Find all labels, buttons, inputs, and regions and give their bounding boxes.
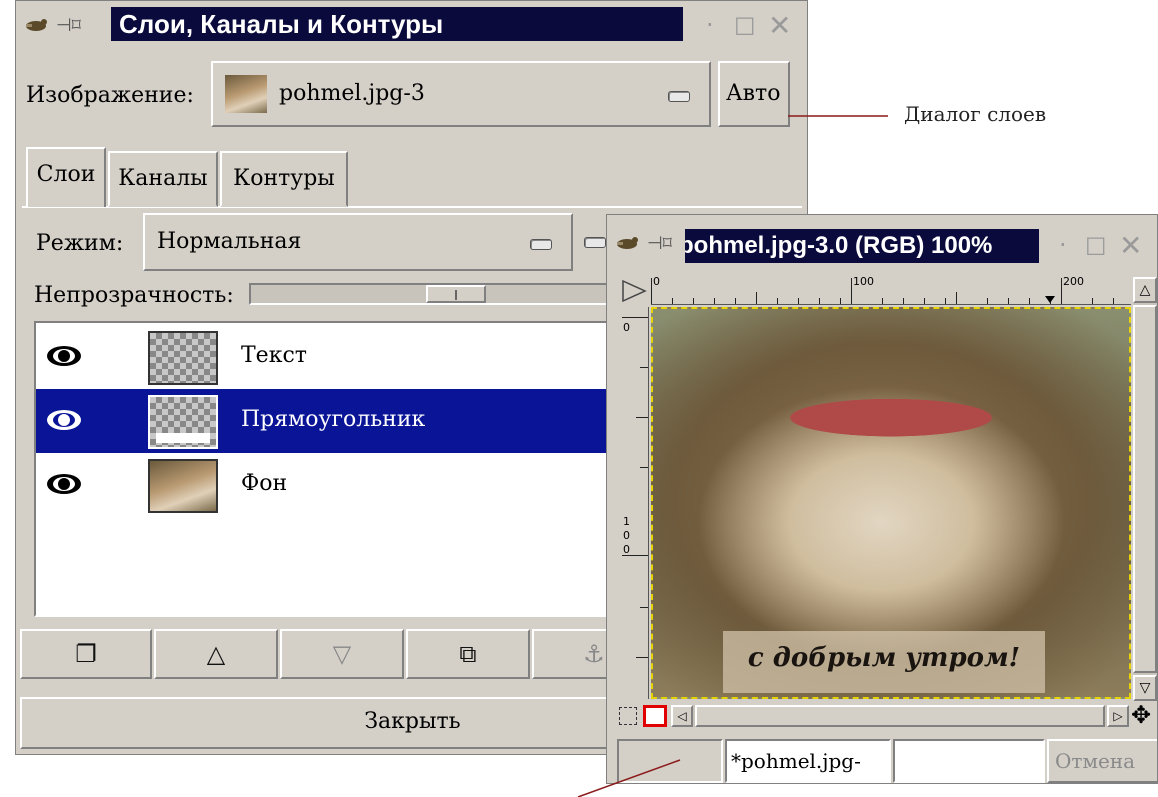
image-select-value: pohmel.jpg-3: [279, 81, 425, 106]
gimp-icon: [617, 237, 638, 249]
vertical-scroll-thumb[interactable]: [1133, 305, 1157, 673]
layer-name: Прямоугольник: [241, 407, 426, 432]
vertical-scrollbar[interactable]: △ ▽: [1133, 277, 1157, 701]
tab-channels[interactable]: Каналы: [108, 151, 218, 207]
tab-layers[interactable]: Слои: [26, 147, 106, 207]
eye-icon[interactable]: [46, 472, 82, 496]
duplicate-layer-icon: ⧉: [459, 640, 477, 668]
tab-layers-label: Слои: [36, 162, 96, 187]
layer-row[interactable]: Прямоугольник: [36, 389, 612, 453]
anchor-layer-icon: ⚓: [583, 640, 605, 668]
ruler-label: 1: [623, 515, 630, 528]
opacity-slider[interactable]: [249, 283, 609, 305]
maximize-icon[interactable]: ☐: [734, 13, 756, 41]
vertical-ruler[interactable]: 0 1 0 0: [619, 307, 649, 699]
eye-icon[interactable]: [46, 408, 82, 432]
tab-channels-label: Каналы: [118, 166, 208, 191]
cancel-button-label: Отмена: [1055, 749, 1136, 773]
caption-box: с добрым утром!: [723, 631, 1045, 693]
image-canvas[interactable]: с добрым утром!: [651, 307, 1131, 699]
new-layer-icon: ❐: [75, 640, 97, 668]
dropdown-icon: [668, 91, 690, 102]
progress-field: [893, 739, 1045, 783]
ruler-label: 0: [623, 321, 630, 334]
minimize-icon[interactable]: ·: [706, 11, 714, 39]
mode-select-value: Нормальная: [157, 229, 302, 254]
image-select[interactable]: pohmel.jpg-3: [211, 61, 711, 127]
horizontal-scroll-thumb[interactable]: [695, 705, 1105, 727]
duplicate-layer-button[interactable]: ⧉: [406, 629, 530, 679]
lower-layer-button[interactable]: ▽: [280, 629, 404, 679]
tab-paths-label: Контуры: [233, 166, 335, 191]
opacity-label: Непрозрачность:: [34, 283, 234, 308]
new-layer-button[interactable]: ❐: [20, 629, 152, 679]
coordinates-field: [617, 739, 723, 783]
image-window-titlebar[interactable]: ⊣⌑ pohmel.jpg-3.0 (RGB) 100% · ☐ ✕: [607, 215, 1157, 271]
auto-button[interactable]: Авто: [718, 61, 790, 127]
status-filename-field: *pohmel.jpg-: [725, 739, 891, 783]
image-window-title-text: pohmel.jpg-3.0 (RGB) 100%: [685, 232, 993, 259]
dropdown-icon: [530, 239, 552, 250]
close-icon[interactable]: ✕: [768, 9, 791, 42]
auto-button-label: Авто: [726, 81, 781, 106]
opacity-slider-handle[interactable]: [426, 285, 486, 303]
horizontal-ruler[interactable]: 0 100 200: [651, 275, 1131, 305]
navigate-icon[interactable]: ✥: [1131, 701, 1151, 729]
layer-thumbnail: [148, 395, 218, 449]
layer-name: Текст: [241, 343, 307, 368]
minimize-icon[interactable]: ·: [1059, 231, 1067, 259]
pin-icon[interactable]: ⊣⌑: [647, 233, 672, 254]
layer-row[interactable]: Текст: [36, 325, 612, 389]
tab-paths[interactable]: Контуры: [220, 151, 348, 207]
image-label: Изображение:: [26, 83, 194, 108]
maximize-icon[interactable]: ☐: [1085, 233, 1107, 261]
layers-dialog-titlebar[interactable]: ⊣⌑ Слои, Каналы и Контуры · ☐ ✕: [16, 1, 807, 49]
eye-icon[interactable]: [46, 344, 82, 368]
horizontal-scrollbar[interactable]: ◁ ▷: [671, 705, 1129, 727]
close-button-label: Закрыть: [364, 709, 461, 734]
layer-thumbnail: [148, 459, 218, 513]
raise-layer-icon: △: [206, 640, 226, 668]
status-filename: *pohmel.jpg-: [731, 749, 861, 773]
quickmask-on-icon[interactable]: [643, 705, 667, 727]
mode-select[interactable]: Нормальная: [143, 213, 573, 271]
lower-layer-icon: ▽: [332, 640, 352, 668]
close-icon[interactable]: ✕: [1119, 229, 1142, 262]
raise-layer-button[interactable]: △: [154, 629, 278, 679]
layer-row[interactable]: Фон: [36, 453, 612, 517]
scroll-left-button[interactable]: ◁: [671, 705, 693, 727]
preserve-transparency-toggle[interactable]: [584, 237, 606, 248]
image-window-title: pohmel.jpg-3.0 (RGB) 100%: [685, 229, 1039, 263]
layer-thumbnail: [148, 331, 218, 385]
quickmask-off-icon[interactable]: [619, 707, 637, 725]
layers-dialog-callout: Диалог слоев: [904, 102, 1047, 126]
caption-text: с добрым утром!: [747, 643, 1021, 673]
pin-icon[interactable]: ⊣⌑: [56, 15, 81, 36]
scroll-up-button[interactable]: △: [1133, 277, 1157, 303]
image-thumbnail: [225, 75, 267, 113]
layer-name: Фон: [241, 471, 288, 496]
ruler-label: 200: [1063, 275, 1084, 288]
mode-label: Режим:: [36, 231, 124, 256]
ruler-corner-icon[interactable]: [619, 277, 649, 305]
layers-list: Текст Прямоугольник Фон: [34, 321, 614, 617]
cancel-button[interactable]: Отмена: [1047, 739, 1157, 783]
gimp-icon: [26, 19, 47, 31]
image-window: ⊣⌑ pohmel.jpg-3.0 (RGB) 100% · ☐ ✕ 0 100…: [606, 214, 1158, 784]
ruler-label: 0: [623, 529, 630, 542]
scroll-down-button[interactable]: ▽: [1133, 675, 1157, 701]
layers-dialog-title: Слои, Каналы и Контуры: [111, 7, 683, 41]
scroll-right-button[interactable]: ▷: [1107, 705, 1129, 727]
ruler-label: 100: [853, 275, 874, 288]
ruler-pointer-icon: [1045, 296, 1055, 303]
ruler-label: 0: [653, 275, 660, 288]
